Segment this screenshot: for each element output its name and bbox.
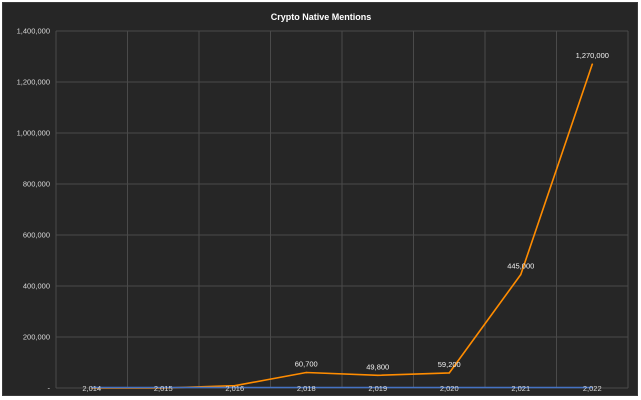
x-tick-label: 2,019 bbox=[368, 384, 387, 393]
x-tick-label: 2,022 bbox=[583, 384, 602, 393]
x-tick-label: 2,021 bbox=[511, 384, 530, 393]
data-label: 60,700 bbox=[295, 360, 318, 369]
data-point bbox=[519, 273, 522, 276]
line-chart: Crypto Native Mentions - 200,000 400,000 60… bbox=[17, 12, 629, 393]
data-label: 59,200 bbox=[438, 360, 461, 369]
y-tick-label: 1,200,000 bbox=[17, 78, 50, 87]
y-tick-label: 400,000 bbox=[23, 282, 50, 291]
chart-title: Crypto Native Mentions bbox=[271, 12, 372, 22]
chart-area: Crypto Native Mentions - 200,000 400,000 60… bbox=[2, 2, 638, 396]
data-point bbox=[376, 374, 379, 377]
data-label: 445,000 bbox=[507, 262, 534, 271]
y-tick-label: - bbox=[48, 384, 51, 393]
x-tick-label: 2,016 bbox=[225, 384, 244, 393]
y-tick-label: 600,000 bbox=[23, 231, 50, 240]
data-label: 1,270,000 bbox=[576, 51, 609, 60]
data-label: 49,800 bbox=[366, 362, 389, 371]
x-tick-label: 2,015 bbox=[154, 384, 173, 393]
x-tick-label: 2,018 bbox=[297, 384, 316, 393]
data-point bbox=[591, 63, 594, 65]
y-tick-label: 800,000 bbox=[23, 180, 50, 189]
y-tick-label: 1,000,000 bbox=[17, 129, 50, 138]
data-point bbox=[305, 371, 308, 374]
y-tick-label: 200,000 bbox=[23, 333, 50, 342]
data-point bbox=[448, 372, 451, 374]
y-tick-label: 1,400,000 bbox=[17, 27, 50, 36]
x-tick-label: 2,014 bbox=[82, 384, 101, 393]
x-tick-label: 2,020 bbox=[440, 384, 459, 393]
